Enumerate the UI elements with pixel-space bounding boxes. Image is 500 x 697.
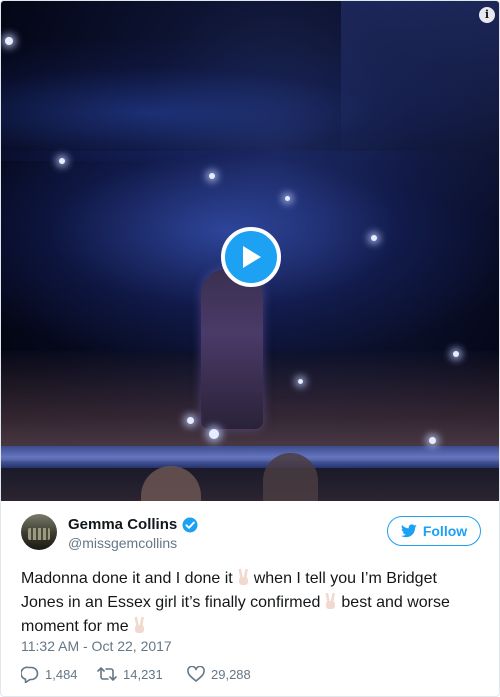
tweet-embed: i Gemma Collins @missgemcollins Follow M…	[0, 0, 500, 697]
follow-button[interactable]: Follow	[387, 516, 481, 546]
performer-figure	[201, 269, 263, 429]
audience-hands	[263, 453, 318, 501]
stage-light	[209, 429, 219, 439]
tweet-text: Madonna done it and I done it when I tell…	[21, 567, 481, 639]
play-button[interactable]	[221, 227, 281, 287]
stage-light	[59, 158, 65, 164]
info-icon[interactable]: i	[479, 7, 495, 23]
tweet-actions: 1,484 14,231 29,288	[21, 664, 251, 684]
victory-hand-emoji-icon	[134, 617, 144, 633]
tweet-timestamp[interactable]: 11:32 AM - Oct 22, 2017	[21, 638, 172, 654]
retweet-action[interactable]: 14,231	[97, 666, 187, 682]
retweet-count: 14,231	[123, 666, 163, 682]
victory-hand-emoji-icon	[326, 593, 336, 609]
tweet-text-segment: Madonna done it and I done it	[21, 570, 233, 587]
stage-light	[5, 37, 13, 45]
tweet-header: Gemma Collins @missgemcollins Follow	[21, 514, 481, 556]
display-name[interactable]: Gemma Collins	[68, 516, 177, 533]
name-row: Gemma Collins	[68, 516, 198, 533]
stage-light	[453, 351, 459, 357]
stage-light	[187, 417, 194, 424]
heart-icon	[187, 666, 205, 682]
follow-label: Follow	[422, 523, 468, 539]
stage-edge	[1, 446, 499, 468]
stage-light	[285, 196, 290, 201]
reply-icon	[21, 666, 39, 683]
avatar[interactable]	[21, 514, 57, 550]
spotlight-beam	[341, 1, 499, 261]
like-count: 29,288	[211, 666, 251, 682]
victory-hand-emoji-icon	[238, 569, 248, 585]
video-thumbnail[interactable]: i	[1, 1, 499, 501]
stage-light	[371, 235, 377, 241]
reply-action[interactable]: 1,484	[21, 666, 97, 683]
twitter-bird-icon	[400, 524, 417, 538]
retweet-icon	[97, 667, 117, 681]
stage-light	[429, 437, 436, 444]
stage-light	[209, 173, 215, 179]
reply-count: 1,484	[45, 666, 78, 682]
verified-badge-icon	[182, 517, 198, 532]
user-handle[interactable]: @missgemcollins	[68, 535, 177, 551]
like-action[interactable]: 29,288	[187, 666, 251, 682]
stage-light	[298, 379, 303, 384]
stage-front	[1, 468, 499, 501]
play-icon	[243, 246, 261, 268]
